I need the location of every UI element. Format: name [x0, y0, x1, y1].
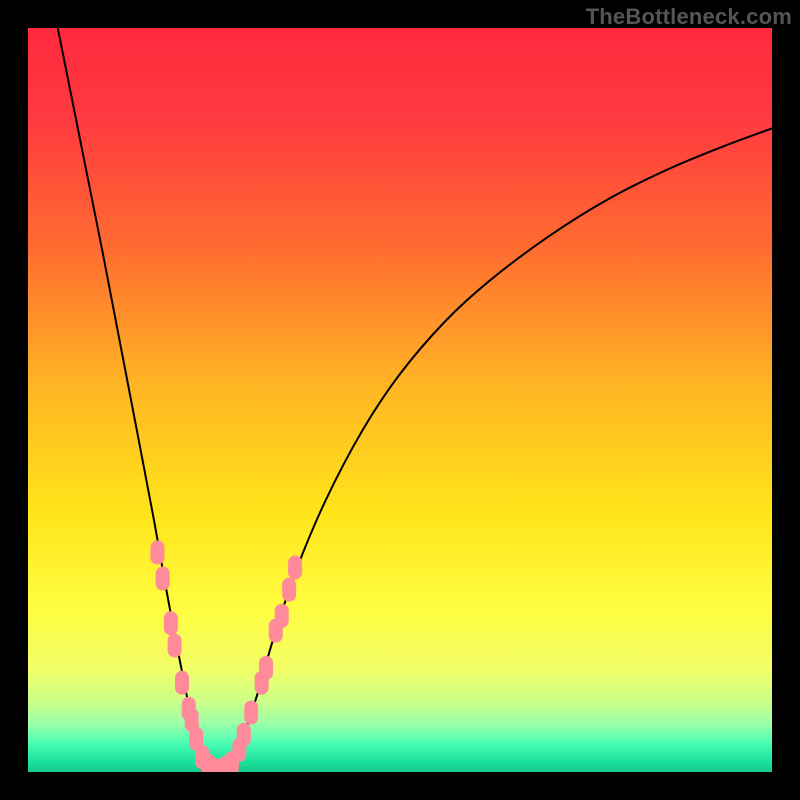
- scatter-marker: [288, 555, 302, 579]
- scatter-marker: [164, 611, 178, 635]
- bottleneck-chart: [28, 28, 772, 772]
- scatter-marker: [156, 567, 170, 591]
- scatter-marker: [244, 700, 258, 724]
- scatter-marker: [259, 656, 273, 680]
- scatter-marker: [168, 634, 182, 658]
- scatter-marker: [150, 541, 164, 565]
- scatter-marker: [282, 578, 296, 602]
- scatter-marker: [275, 604, 289, 628]
- scatter-marker: [175, 671, 189, 695]
- gradient-background: [28, 28, 772, 772]
- watermark-label: TheBottleneck.com: [586, 4, 792, 30]
- scatter-marker: [225, 751, 239, 772]
- plot-area: [28, 28, 772, 772]
- chart-frame: TheBottleneck.com: [0, 0, 800, 800]
- scatter-marker: [237, 723, 251, 747]
